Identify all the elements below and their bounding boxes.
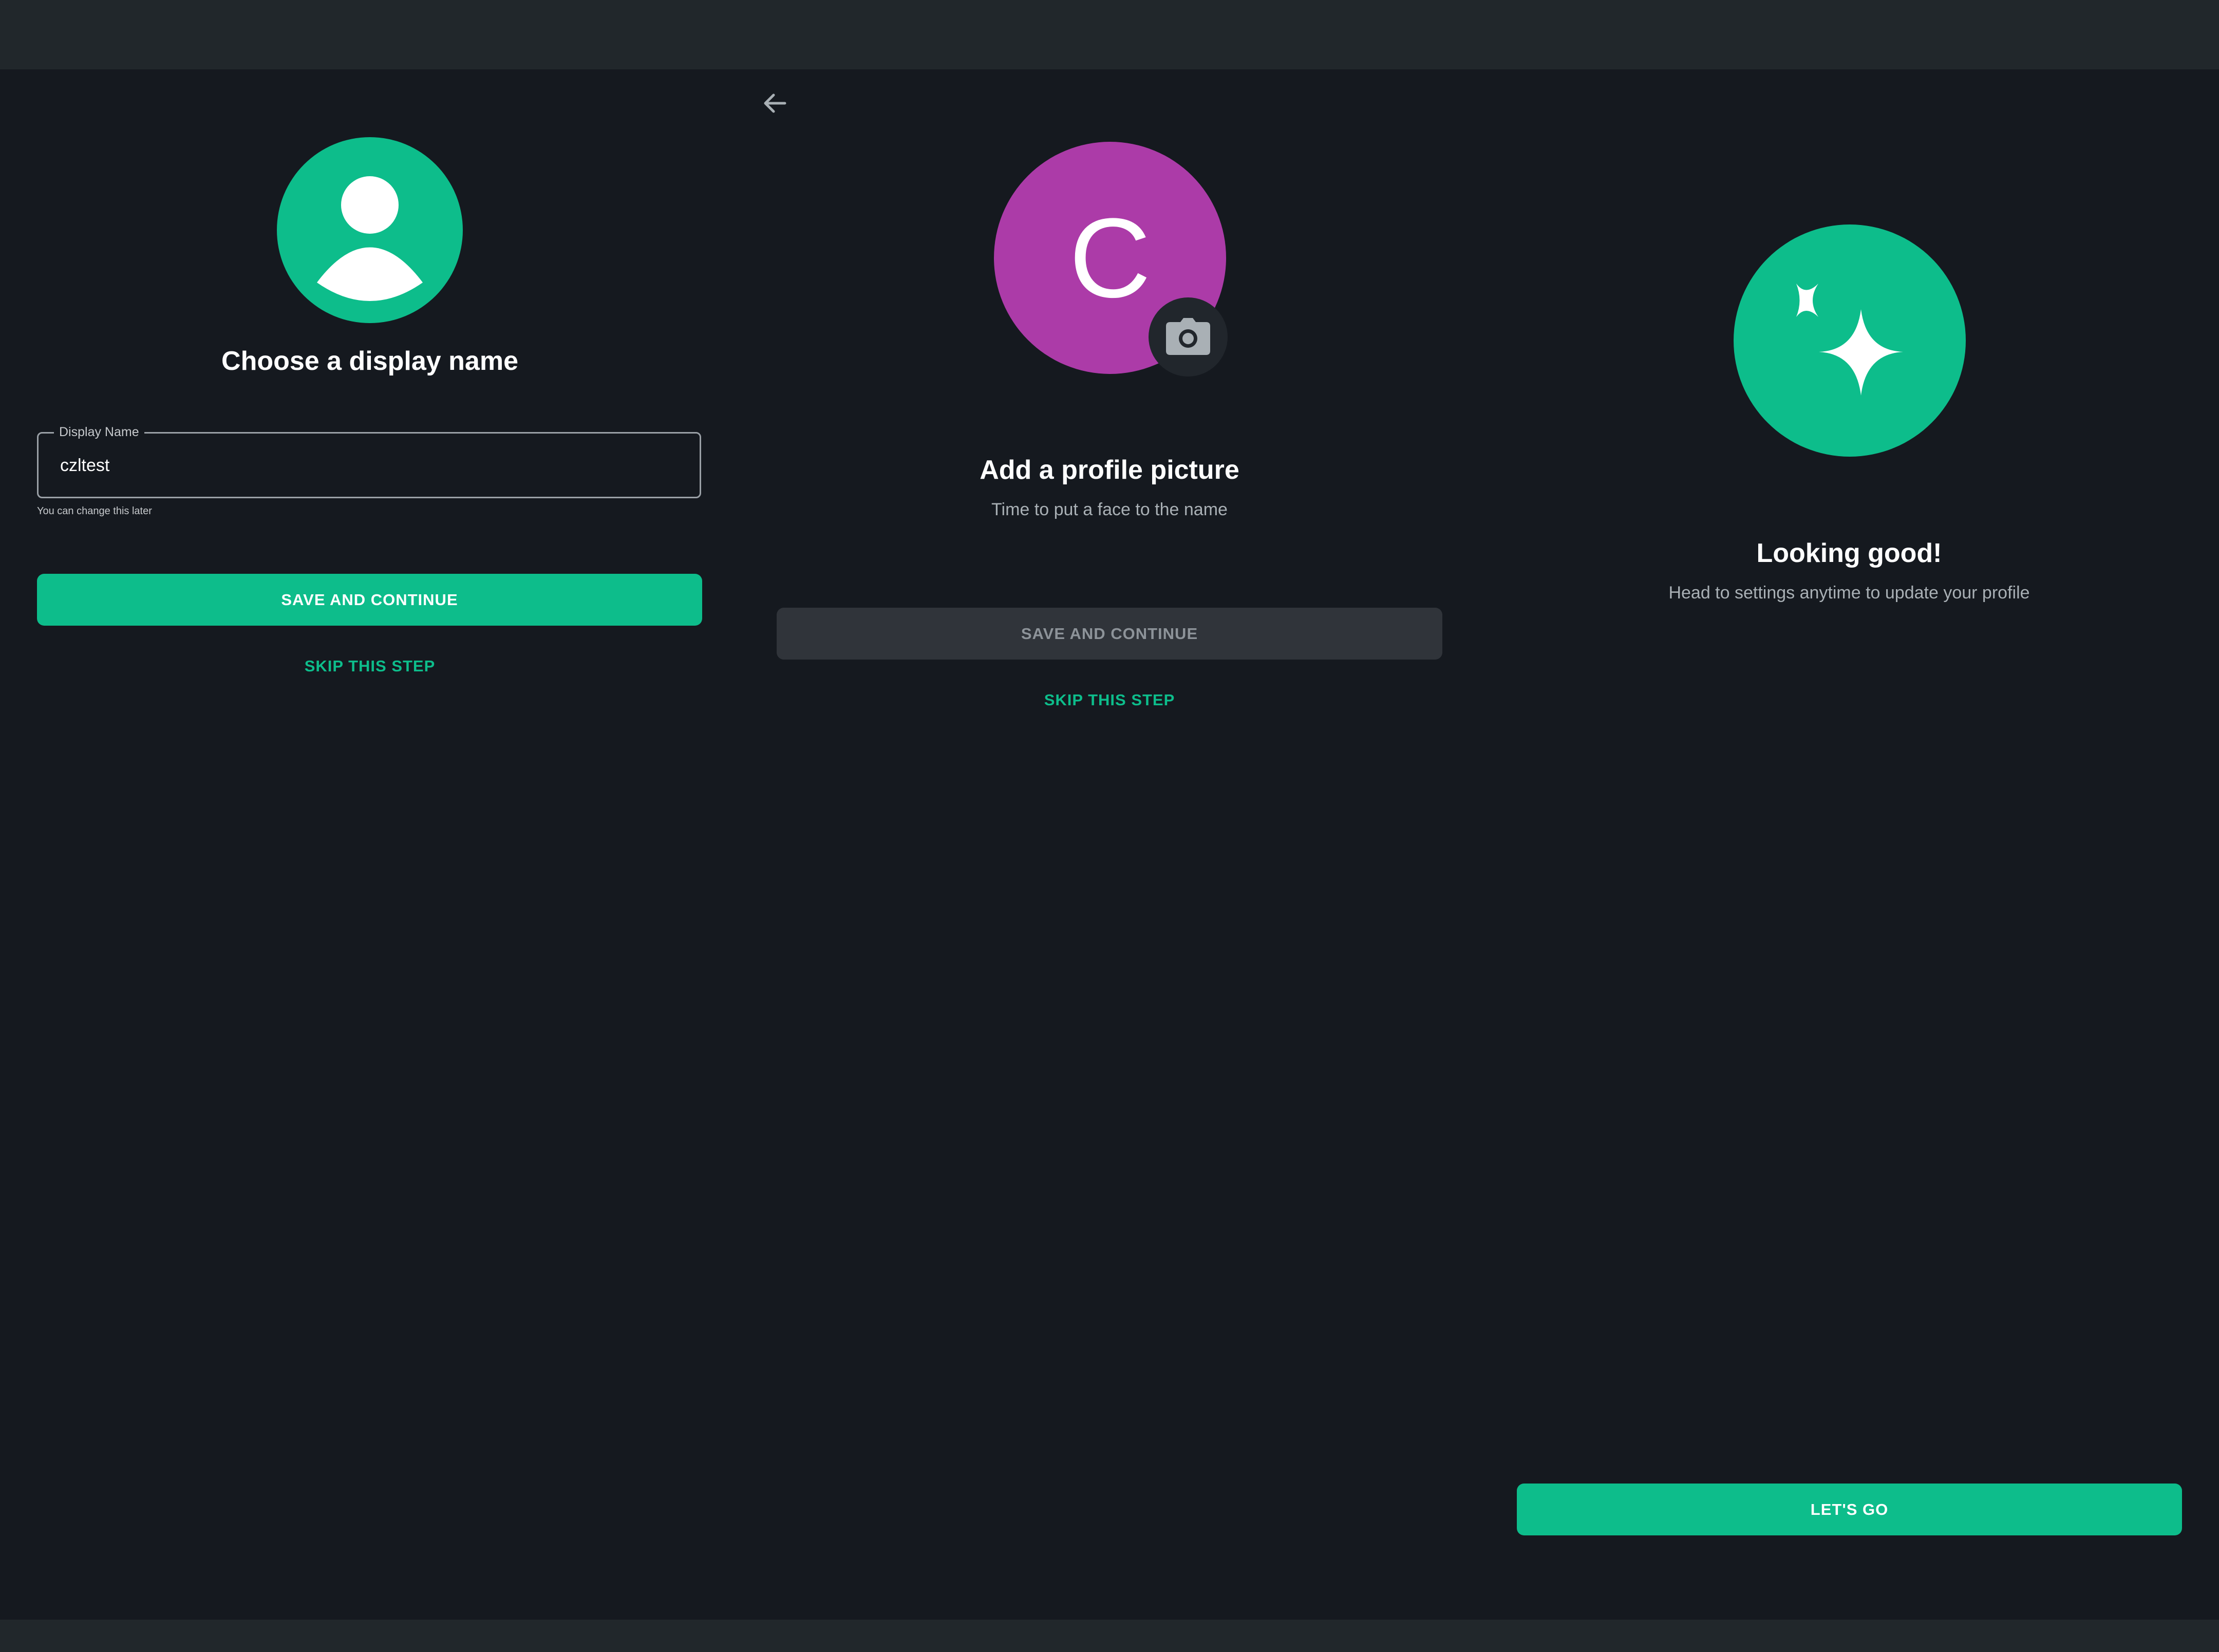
avatar-initial: C: [1069, 195, 1151, 321]
sparkles-avatar: [1734, 224, 1966, 457]
sparkles-icon: [1796, 284, 1903, 396]
page-title: Choose a display name: [221, 346, 518, 376]
page-title: Looking good!: [1756, 538, 1942, 568]
camera-icon: [1166, 318, 1210, 355]
page-subtitle: Head to settings anytime to update your …: [1668, 583, 2030, 603]
helper-text: You can change this later: [37, 505, 152, 517]
arrow-left-icon: [764, 93, 786, 113]
save-and-continue-button[interactable]: SAVE AND CONTINUE: [37, 574, 702, 626]
completion-pane: Looking good! Head to settings anytime t…: [1479, 69, 2219, 1620]
display-name-field[interactable]: Display Name: [37, 425, 701, 498]
skip-step-link[interactable]: SKIP THIS STEP: [0, 657, 740, 675]
back-button[interactable]: [759, 88, 790, 119]
page-title: Add a profile picture: [980, 455, 1239, 485]
display-name-pane: Choose a display name Display Name You c…: [0, 69, 740, 1620]
save-and-continue-button[interactable]: SAVE AND CONTINUE: [777, 608, 1442, 660]
display-name-input[interactable]: [59, 434, 678, 498]
camera-button[interactable]: [1149, 297, 1228, 377]
skip-step-link[interactable]: SKIP THIS STEP: [740, 691, 1479, 709]
lets-go-button[interactable]: LET'S GO: [1517, 1484, 2182, 1535]
navigation-bar: [0, 1620, 2219, 1652]
profile-picture-pane: C Add a profile picture Time to put a fa…: [740, 69, 1479, 1620]
person-icon: [317, 176, 423, 301]
page-subtitle: Time to put a face to the name: [991, 500, 1228, 519]
default-avatar: [277, 137, 463, 323]
status-bar: [0, 0, 2219, 69]
